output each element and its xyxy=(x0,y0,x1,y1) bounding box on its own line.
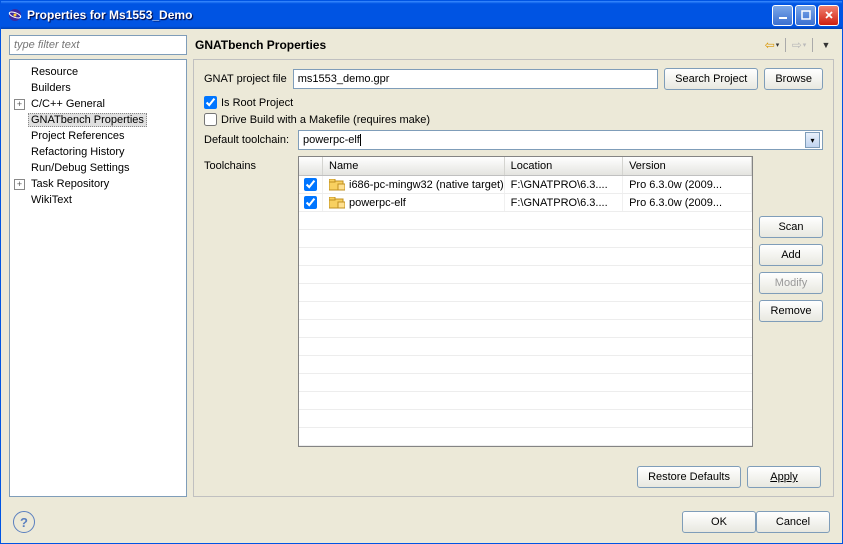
expand-icon[interactable]: + xyxy=(14,179,25,190)
forward-button: ⇨▾ xyxy=(791,37,807,53)
browse-button[interactable]: Browse xyxy=(764,68,823,90)
panel-title: GNATbench Properties xyxy=(195,38,764,52)
tree-item-label: Resource xyxy=(28,65,81,79)
row-name: powerpc-elf xyxy=(349,197,406,209)
tree-item[interactable]: Resource xyxy=(12,64,184,80)
scan-button[interactable]: Scan xyxy=(759,216,823,238)
row-location: F:\GNATPRO\6.3.... xyxy=(505,194,623,211)
category-tree[interactable]: ResourceBuilders+C/C++ GeneralGNATbench … xyxy=(9,59,187,497)
ok-button[interactable]: OK xyxy=(682,511,756,533)
apply-button[interactable]: Apply xyxy=(747,466,821,488)
project-file-input[interactable] xyxy=(293,69,658,89)
tree-item[interactable]: +Task Repository xyxy=(12,176,184,192)
back-button[interactable]: ⇦▾ xyxy=(764,37,780,53)
column-name[interactable]: Name xyxy=(323,157,505,175)
view-menu-button[interactable]: ▼ xyxy=(818,37,834,53)
row-checkbox[interactable] xyxy=(304,196,317,209)
column-location[interactable]: Location xyxy=(505,157,623,175)
filter-input[interactable] xyxy=(9,35,187,55)
table-row[interactable]: powerpc-elf F:\GNATPRO\6.3....Pro 6.3.0w … xyxy=(299,194,752,212)
table-row[interactable]: i686-pc-mingw32 (native target)F:\GNATPR… xyxy=(299,176,752,194)
default-toolchain-select[interactable]: powerpc-elf ▾ xyxy=(298,130,823,150)
tree-item-label: C/C++ General xyxy=(28,97,108,111)
restore-defaults-button[interactable]: Restore Defaults xyxy=(637,466,741,488)
tree-item-label: Project References xyxy=(28,129,128,143)
add-button[interactable]: Add xyxy=(759,244,823,266)
root-project-label[interactable]: Is Root Project xyxy=(221,97,293,109)
drive-build-label[interactable]: Drive Build with a Makefile (requires ma… xyxy=(221,114,430,126)
row-version: Pro 6.3.0w (2009... xyxy=(623,194,752,211)
default-toolchain-value: powerpc-elf xyxy=(303,134,360,146)
tree-item-label: WikiText xyxy=(28,193,75,207)
row-version: Pro 6.3.0w (2009... xyxy=(623,176,752,193)
cancel-button[interactable]: Cancel xyxy=(756,511,830,533)
tree-item[interactable]: Run/Debug Settings xyxy=(12,160,184,176)
help-icon[interactable]: ? xyxy=(13,511,35,533)
maximize-button[interactable] xyxy=(795,5,816,26)
tree-item-label: GNATbench Properties xyxy=(28,113,147,127)
row-name: i686-pc-mingw32 (native target) xyxy=(349,179,504,191)
search-project-button[interactable]: Search Project xyxy=(664,68,758,90)
row-checkbox[interactable] xyxy=(304,178,317,191)
toolchains-table[interactable]: Name Location Version i686-pc-mingw32 (n… xyxy=(298,156,753,447)
toolchains-label: Toolchains xyxy=(204,156,292,172)
drive-build-checkbox[interactable] xyxy=(204,113,217,126)
tree-item-label: Task Repository xyxy=(28,177,112,191)
window-title: Properties for Ms1553_Demo xyxy=(27,8,772,22)
tree-item[interactable]: Builders xyxy=(12,80,184,96)
project-file-label: GNAT project file xyxy=(204,73,287,85)
tree-item[interactable]: Refactoring History xyxy=(12,144,184,160)
tree-item[interactable]: Project References xyxy=(12,128,184,144)
folder-icon xyxy=(329,179,345,191)
remove-button[interactable]: Remove xyxy=(759,300,823,322)
tree-item[interactable]: +C/C++ General xyxy=(12,96,184,112)
modify-button: Modify xyxy=(759,272,823,294)
expand-icon[interactable]: + xyxy=(14,99,25,110)
tree-item[interactable]: WikiText xyxy=(12,192,184,208)
app-icon xyxy=(7,7,23,23)
column-version[interactable]: Version xyxy=(623,157,752,175)
properties-dialog: Properties for Ms1553_Demo Resource Build… xyxy=(0,0,843,544)
row-location: F:\GNATPRO\6.3.... xyxy=(505,176,623,193)
minimize-button[interactable] xyxy=(772,5,793,26)
titlebar[interactable]: Properties for Ms1553_Demo xyxy=(1,1,842,29)
close-button[interactable] xyxy=(818,5,839,26)
tree-item-label: Refactoring History xyxy=(28,145,128,159)
chevron-down-icon[interactable]: ▾ xyxy=(805,132,820,148)
tree-item-label: Builders xyxy=(28,81,74,95)
default-toolchain-label: Default toolchain: xyxy=(204,134,292,146)
tree-item[interactable]: GNATbench Properties xyxy=(12,112,184,128)
tree-item-label: Run/Debug Settings xyxy=(28,161,132,175)
folder-icon xyxy=(329,197,345,209)
root-project-checkbox[interactable] xyxy=(204,96,217,109)
